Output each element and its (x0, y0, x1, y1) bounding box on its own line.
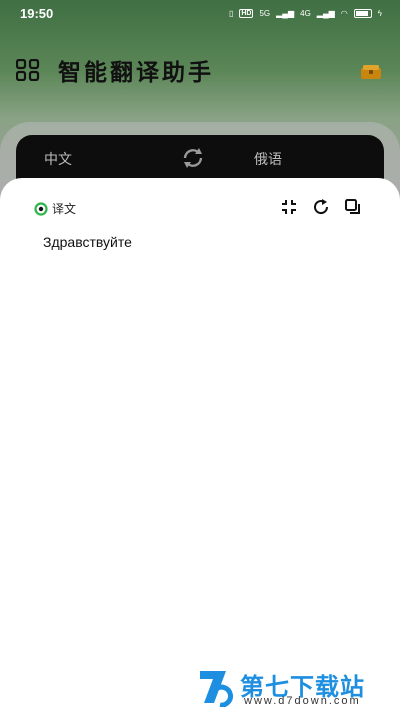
apps-grid-icon[interactable] (16, 59, 40, 81)
source-language-button[interactable]: 中文 (44, 149, 72, 169)
status-icons: ▯ HD 5G ▂▄▆ 4G ▂▄▆ ◠ ϟ (228, 8, 382, 18)
result-header: 译文 (34, 200, 76, 217)
status-time: 19:50 (20, 5, 54, 21)
vibrate-icon: ▯ (228, 8, 234, 18)
translation-result-text: Здравствуйте (43, 234, 132, 250)
signal-4g-label: 4G (300, 8, 311, 18)
result-toolbar (280, 198, 362, 216)
result-sheet: 译文 Здравствуйте 第七下载站 www.d7down.com (0, 178, 400, 711)
hd-badge: HD (239, 8, 254, 18)
watermark-url: www.d7down.com (244, 695, 361, 707)
collapse-icon[interactable] (280, 198, 298, 216)
copy-icon[interactable] (344, 198, 362, 216)
watermark-logo-icon (200, 671, 233, 707)
battery-icon (353, 8, 372, 18)
app-title: 智能翻译助手 (58, 60, 214, 86)
signal-5g-label: 5G (259, 8, 271, 18)
target-language-button[interactable]: 俄语 (254, 149, 282, 169)
result-dot-icon (34, 201, 48, 216)
wifi-icon: ◠ (340, 8, 348, 18)
gift-box-icon[interactable] (360, 62, 382, 80)
replay-icon[interactable] (312, 198, 330, 216)
signal-bars-icon: ▂▄▆ (276, 8, 295, 18)
charging-icon: ϟ (377, 8, 382, 18)
site-watermark: 第七下载站 www.d7down.com (196, 667, 392, 707)
signal-bars-icon-2: ▂▄▆ (316, 8, 335, 18)
swap-icon[interactable] (180, 145, 206, 171)
status-bar: 19:50 ▯ HD 5G ▂▄▆ 4G ▂▄▆ ◠ ϟ (0, 0, 400, 26)
result-label: 译文 (52, 202, 77, 216)
app-header: 智能翻译助手 (0, 52, 400, 88)
